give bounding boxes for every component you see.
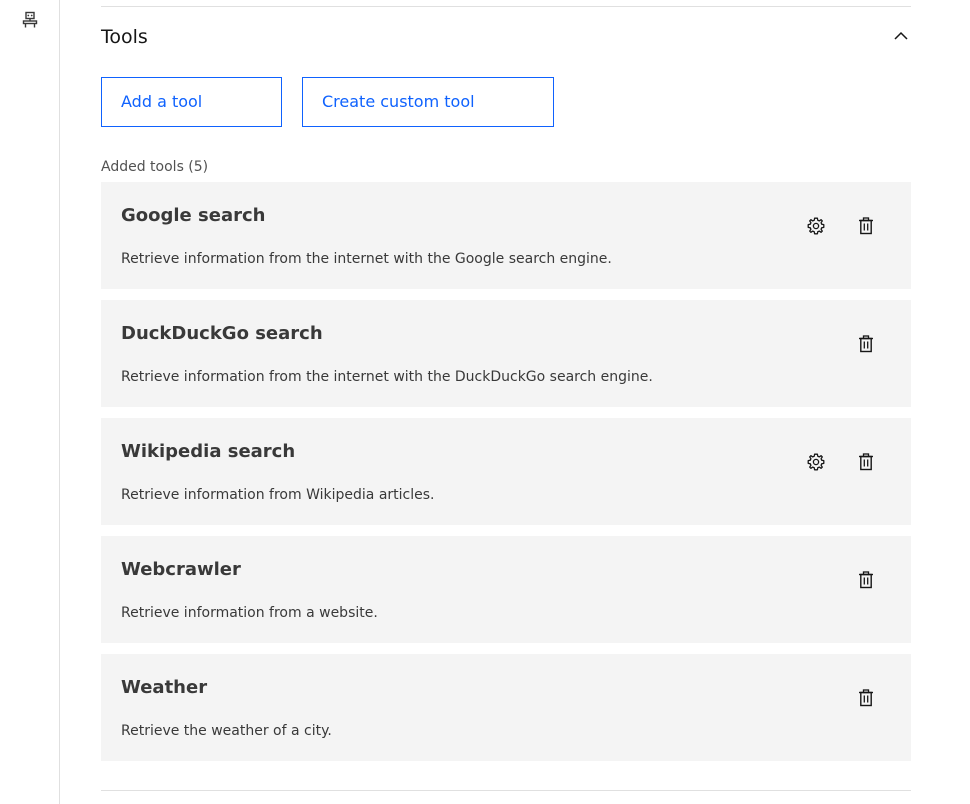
trash-icon[interactable] [856, 334, 876, 354]
chevron-up-icon[interactable] [891, 26, 911, 46]
trash-icon[interactable] [856, 570, 876, 590]
add-tool-button[interactable]: Add a tool [101, 77, 282, 127]
tool-description: Retrieve information from the internet w… [121, 251, 612, 267]
left-rail [0, 0, 60, 804]
gear-icon[interactable] [806, 216, 826, 236]
create-custom-tool-button[interactable]: Create custom tool [302, 77, 554, 127]
added-tools-label: Added tools (5) [101, 159, 209, 175]
trash-icon[interactable] [856, 216, 876, 236]
tool-card: Webcrawler Retrieve information from a we… [101, 536, 911, 643]
tool-description: Retrieve information from Wikipedia arti… [121, 487, 435, 503]
tool-name: Webcrawler [121, 559, 241, 580]
tool-description: Retrieve the weather of a city. [121, 723, 332, 739]
trash-icon[interactable] [856, 452, 876, 472]
tool-name: Wikipedia search [121, 441, 296, 462]
page: Tools Add a tool Create custom tool Adde… [0, 0, 970, 804]
tool-list: Google search Retrieve information from t… [101, 182, 911, 772]
tool-description: Retrieve information from the internet w… [121, 369, 653, 385]
tool-card: Weather Retrieve the weather of a city. [101, 654, 911, 761]
tools-section: Tools Add a tool Create custom tool Adde… [101, 0, 911, 804]
tool-description: Retrieve information from a website. [121, 605, 378, 621]
agent-icon[interactable] [21, 11, 39, 29]
trash-icon[interactable] [856, 688, 876, 708]
tool-name: DuckDuckGo search [121, 323, 323, 344]
section-header[interactable]: Tools [101, 23, 911, 51]
tool-name: Weather [121, 677, 208, 698]
section-divider [101, 790, 911, 791]
tool-card: Google search Retrieve information from t… [101, 182, 911, 289]
tool-card: Wikipedia search Retrieve information fro… [101, 418, 911, 525]
gear-icon[interactable] [806, 452, 826, 472]
section-divider [101, 6, 911, 7]
tool-card: DuckDuckGo search Retrieve information fr… [101, 300, 911, 407]
section-title: Tools [101, 26, 148, 48]
tool-name: Google search [121, 205, 266, 226]
